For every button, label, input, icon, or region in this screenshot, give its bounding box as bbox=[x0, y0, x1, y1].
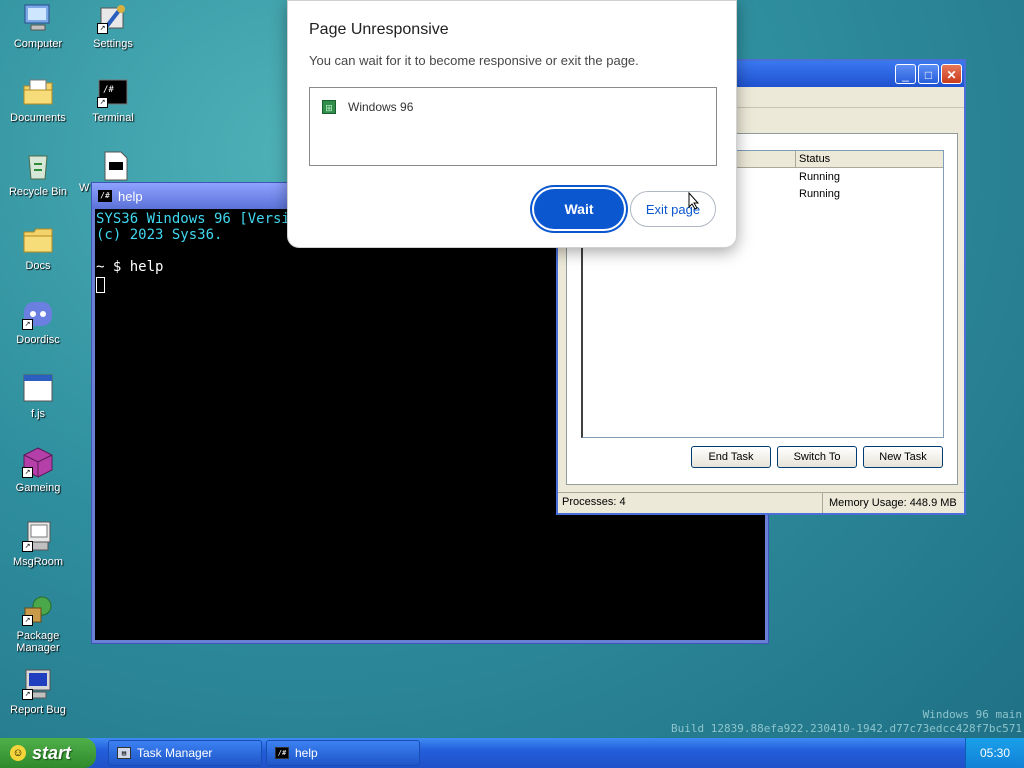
desktop-icon-recycle-bin[interactable]: Recycle Bin bbox=[4, 150, 72, 198]
window-file-icon bbox=[22, 372, 54, 404]
desktop-icon-label: Gameing bbox=[15, 482, 61, 494]
unresponsive-pages-list: ⊞ Windows 96 bbox=[309, 87, 717, 166]
desktop-icon-label: f.js bbox=[30, 408, 46, 420]
watermark-line-2: Build 12839.88efa922.230410-1942.d77c73e… bbox=[671, 722, 1022, 735]
taskbar-task-label: help bbox=[295, 746, 318, 760]
build-watermark: Windows 96 main Build 12839.88efa922.230… bbox=[671, 708, 1022, 736]
game-cube-icon: ↗ bbox=[22, 446, 54, 478]
desktop-icon-doordisc[interactable]: ↗ Doordisc bbox=[4, 298, 72, 346]
desktop-icon-label: Documents bbox=[10, 112, 66, 124]
dialog-title: Page Unresponsive bbox=[309, 21, 449, 38]
desktop-icon-gameing[interactable]: ↗ Gameing bbox=[4, 446, 72, 494]
desktop-icon-label: Report Bug bbox=[10, 704, 66, 716]
end-task-button[interactable]: End Task bbox=[691, 446, 771, 468]
desktop-icon-label: Terminal bbox=[92, 112, 134, 124]
document-icon bbox=[99, 150, 131, 182]
task-manager-status-bar: Processes: 4 Memory Usage: 448.9 MB bbox=[558, 492, 964, 513]
desktop-icon-package-manager[interactable]: ↗ Package Manager bbox=[4, 594, 72, 654]
desktop-icon-fjs[interactable]: f.js bbox=[4, 372, 72, 420]
start-label: start bbox=[32, 742, 72, 763]
desktop-icon-label: Package Manager bbox=[16, 630, 60, 654]
close-button[interactable]: ✕ bbox=[941, 64, 962, 84]
taskbar-task-label: Task Manager bbox=[137, 746, 213, 760]
switch-to-button[interactable]: Switch To bbox=[777, 446, 857, 468]
terminal-title: help bbox=[118, 188, 143, 204]
exit-page-button[interactable]: Exit page bbox=[630, 191, 716, 227]
page-unresponsive-dialog: Page Unresponsive You can wait for it to… bbox=[287, 0, 737, 248]
unresponsive-page-item: ⊞ Windows 96 bbox=[322, 100, 413, 114]
taskbar-help[interactable]: /# help bbox=[266, 740, 420, 766]
terminal-small-icon: /# bbox=[275, 747, 289, 759]
discord-icon: ↗ bbox=[22, 298, 54, 330]
task-manager-icon: ▤ bbox=[117, 747, 131, 759]
terminal-icon: /# ↗ bbox=[97, 76, 129, 108]
system-tray-clock[interactable]: 05:30 bbox=[965, 738, 1024, 768]
desktop-icon-msgroom[interactable]: ↗ MsgRoom bbox=[4, 520, 72, 568]
desktop-icon-docs[interactable]: Docs bbox=[4, 224, 72, 272]
desktop-icon-terminal[interactable]: /# ↗ Terminal bbox=[79, 76, 147, 124]
desktop-icon-documents[interactable]: Documents bbox=[4, 76, 72, 124]
computer-icon bbox=[22, 2, 54, 34]
desktop-icon-label: Settings bbox=[93, 38, 133, 50]
unresponsive-page-name: Windows 96 bbox=[348, 100, 414, 114]
column-header-status[interactable]: Status bbox=[795, 151, 941, 167]
wait-button[interactable]: Wait bbox=[534, 189, 624, 229]
desktop-icon-report-bug[interactable]: ↗ Report Bug bbox=[4, 668, 72, 716]
taskbar: ☺ start ▤ Task Manager /# help 05:30 bbox=[0, 738, 1024, 768]
new-task-button[interactable]: New Task bbox=[863, 446, 943, 468]
terminal-cursor[interactable] bbox=[96, 277, 105, 293]
desktop-icon-label: MsgRoom bbox=[12, 556, 64, 568]
taskbar-task-manager[interactable]: ▤ Task Manager bbox=[108, 740, 262, 766]
desktop-icon-computer[interactable]: Computer bbox=[4, 2, 72, 50]
mouse-pointer-icon bbox=[688, 192, 700, 210]
desktop-icon-settings[interactable]: ↗ Settings bbox=[79, 2, 147, 50]
minimize-button[interactable]: _ bbox=[895, 64, 916, 84]
memory-usage: Memory Usage: 448.9 MB bbox=[822, 493, 957, 513]
windows96-favicon-icon: ⊞ bbox=[322, 100, 336, 114]
documents-folder-icon bbox=[22, 76, 54, 108]
start-button[interactable]: ☺ start bbox=[0, 738, 96, 768]
desktop-icon-label: Doordisc bbox=[16, 334, 60, 346]
terminal-app-icon: /# bbox=[98, 190, 112, 202]
maximize-button[interactable]: □ bbox=[918, 64, 939, 84]
smiley-icon: ☺ bbox=[10, 745, 26, 761]
dialog-message: You can wait for it to become responsive… bbox=[309, 53, 639, 68]
msgroom-icon: ↗ bbox=[22, 520, 54, 552]
package-manager-icon: ↗ bbox=[22, 594, 54, 626]
recycle-bin-icon bbox=[22, 150, 54, 182]
desktop-icon-label: Recycle Bin bbox=[8, 186, 68, 198]
folder-icon bbox=[22, 224, 54, 256]
task-row-status[interactable]: Running bbox=[799, 188, 840, 200]
settings-icon: ↗ bbox=[97, 2, 129, 34]
processes-count: Processes: 4 bbox=[562, 496, 626, 508]
watermark-line-1: Windows 96 main bbox=[922, 708, 1022, 721]
desktop-icon-label: Computer bbox=[13, 38, 63, 50]
desktop-icon-label: Docs bbox=[25, 260, 51, 272]
report-bug-icon: ↗ bbox=[22, 668, 54, 700]
task-row-status[interactable]: Running bbox=[799, 171, 840, 183]
svg-text:/#: /# bbox=[103, 85, 114, 95]
